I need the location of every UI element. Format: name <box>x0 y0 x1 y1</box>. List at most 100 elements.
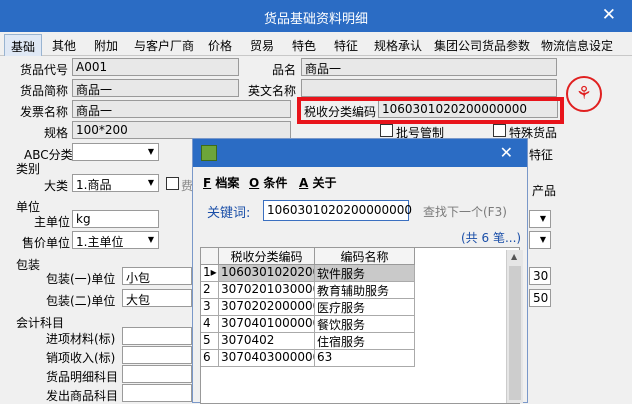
special-checkbox[interactable] <box>493 124 506 137</box>
fee-checkbox[interactable] <box>166 177 179 190</box>
sale-unit-select[interactable]: 1.主单位 ▼ <box>72 231 159 249</box>
tab-trade[interactable]: 贸易 <box>250 37 274 54</box>
tab-price[interactable]: 价格 <box>208 37 232 54</box>
account-4-label: 发出商品科目 <box>46 389 119 403</box>
spec-label: 规格 <box>44 126 69 140</box>
cell-code-name[interactable]: 教育辅助服务 <box>315 282 415 299</box>
menu-file[interactable]: F 档案 <box>203 174 239 191</box>
stamp-icon: ⚘ <box>566 76 602 112</box>
cell-code-name[interactable]: 63 <box>315 350 415 367</box>
pack2-label: 包装(二)单位 <box>46 294 116 308</box>
account-2-label: 销项收入(标) <box>46 351 116 365</box>
en-name-field[interactable] <box>301 79 557 97</box>
pack2-field[interactable]: 大包 <box>122 289 192 307</box>
chevron-down-icon: ▼ <box>147 178 155 187</box>
tax-code-highlight <box>297 97 564 124</box>
column-header-code[interactable]: 税收分类编码 <box>219 248 315 265</box>
abc-select[interactable]: ▼ <box>72 143 159 161</box>
tab-other[interactable]: 其他 <box>52 37 76 54</box>
pack1-field[interactable]: 小包 <box>122 267 192 285</box>
row-number[interactable]: 4 <box>201 316 219 333</box>
major-category-select[interactable]: 1.商品 ▼ <box>72 174 159 192</box>
tab-feature-special[interactable]: 特色 <box>292 37 316 54</box>
cell-tax-code[interactable]: 3070402 <box>219 333 315 350</box>
cell-tax-code[interactable]: 3070201030000 <box>219 282 315 299</box>
batch-checkbox[interactable] <box>380 124 393 137</box>
chevron-down-icon: ▼ <box>147 147 155 156</box>
pack1-label: 包装(一)单位 <box>46 272 116 286</box>
app-icon <box>201 145 217 161</box>
cell-tax-code[interactable]: 3070401000000 <box>219 316 315 333</box>
tab-group-params[interactable]: 集团公司货品参数 <box>434 37 530 54</box>
cell-code-name[interactable]: 软件服务 <box>315 265 415 282</box>
row-number[interactable]: 1▸ <box>201 265 219 282</box>
column-header-name[interactable]: 编码名称 <box>315 248 415 265</box>
invoice-name-field[interactable]: 商品一 <box>72 100 291 118</box>
category-section: 类别 <box>16 162 41 176</box>
account-3-field[interactable] <box>122 365 192 383</box>
code-field[interactable]: A001 <box>72 58 239 76</box>
short-name-field[interactable]: 商品一 <box>72 79 239 97</box>
scroll-up-icon[interactable]: ▲ <box>511 252 517 261</box>
feature-label: 特征 <box>529 148 554 162</box>
title-bar: 货品基础资料明细 ✕ <box>0 0 632 32</box>
pack2-qty[interactable]: 50 <box>529 289 551 307</box>
tab-customer-vendor[interactable]: 与客户厂商 <box>134 37 194 54</box>
account-1-field[interactable] <box>122 327 192 345</box>
chevron-down-icon: ▼ <box>539 214 547 223</box>
major-category-label: 大类 <box>44 179 69 193</box>
cell-code-name[interactable]: 住宿服务 <box>315 333 415 350</box>
result-grid[interactable]: 税收分类编码 编码名称 1▸ 1060301020200 软件服务 2 30702010… <box>200 247 520 404</box>
main-window: 货品基础资料明细 ✕ 基础 其他 附加 与客户厂商 价格 贸易 特色 特征 规格… <box>0 0 632 404</box>
row-number[interactable]: 3 <box>201 299 219 316</box>
tab-extra[interactable]: 附加 <box>94 37 118 54</box>
cell-tax-code[interactable]: 3070403000000 <box>219 350 315 367</box>
account-1-label: 进项材料(标) <box>46 332 116 346</box>
grid-scrollbar[interactable]: ▲ <box>506 250 523 403</box>
scroll-thumb[interactable] <box>509 266 521 400</box>
code-label: 货品代号 <box>20 63 69 77</box>
chevron-down-icon: ▼ <box>147 235 155 244</box>
dialog-title-bar: ✕ <box>193 139 527 167</box>
keyword-label: 关键词: <box>207 206 251 221</box>
main-unit-label: 主单位 <box>34 215 71 229</box>
invoice-name-label: 发票名称 <box>20 105 69 119</box>
menu-condition[interactable]: O 条件 <box>249 174 287 191</box>
account-2-field[interactable] <box>122 346 192 364</box>
right-select-2[interactable]: ▼ <box>529 231 551 249</box>
name-field[interactable]: 商品一 <box>301 58 557 76</box>
close-icon[interactable]: ✕ <box>500 143 513 162</box>
chevron-down-icon: ▼ <box>539 235 547 244</box>
account-4-field[interactable] <box>122 384 192 402</box>
cell-code-name[interactable]: 餐饮服务 <box>315 316 415 333</box>
name-label: 品名 <box>272 63 297 77</box>
keyword-input[interactable]: 1060301020200000000 <box>263 200 412 221</box>
en-name-label: 英文名称 <box>248 84 297 98</box>
menu-about[interactable]: A 关于 <box>299 174 337 191</box>
tab-logistics[interactable]: 物流信息设定 <box>541 37 613 54</box>
account-3-label: 货品明细科目 <box>46 370 119 384</box>
find-next-button[interactable]: 查找下一个(F3) <box>423 203 507 220</box>
record-count[interactable]: (共 6 笔...) <box>461 229 521 246</box>
close-icon[interactable]: ✕ <box>602 5 616 25</box>
row-number[interactable]: 5 <box>201 333 219 350</box>
account-section: 会计科目 <box>16 316 65 330</box>
tab-basic[interactable]: 基础 <box>4 34 43 56</box>
right-select-1[interactable]: ▼ <box>529 210 551 228</box>
tab-spec-approval[interactable]: 规格承认 <box>374 37 422 54</box>
pack-section: 包装 <box>16 258 41 272</box>
sale-unit-label: 售价单位 <box>22 236 71 250</box>
row-number[interactable]: 6 <box>201 350 219 367</box>
pack1-qty[interactable]: 30 <box>529 267 551 285</box>
product-label: 产品 <box>532 184 557 198</box>
spec-field[interactable]: 100*200 <box>72 121 291 139</box>
row-header-corner <box>201 248 219 265</box>
window-title: 货品基础资料明细 <box>263 12 368 27</box>
row-number[interactable]: 2 <box>201 282 219 299</box>
cell-tax-code[interactable]: 3070202000000 <box>219 299 315 316</box>
cell-code-name[interactable]: 医疗服务 <box>315 299 415 316</box>
main-unit-field[interactable]: kg <box>72 210 159 228</box>
tab-characteristic[interactable]: 特征 <box>334 37 358 54</box>
short-name-label: 货品简称 <box>20 84 69 98</box>
cell-tax-code[interactable]: 1060301020200 <box>219 265 315 282</box>
